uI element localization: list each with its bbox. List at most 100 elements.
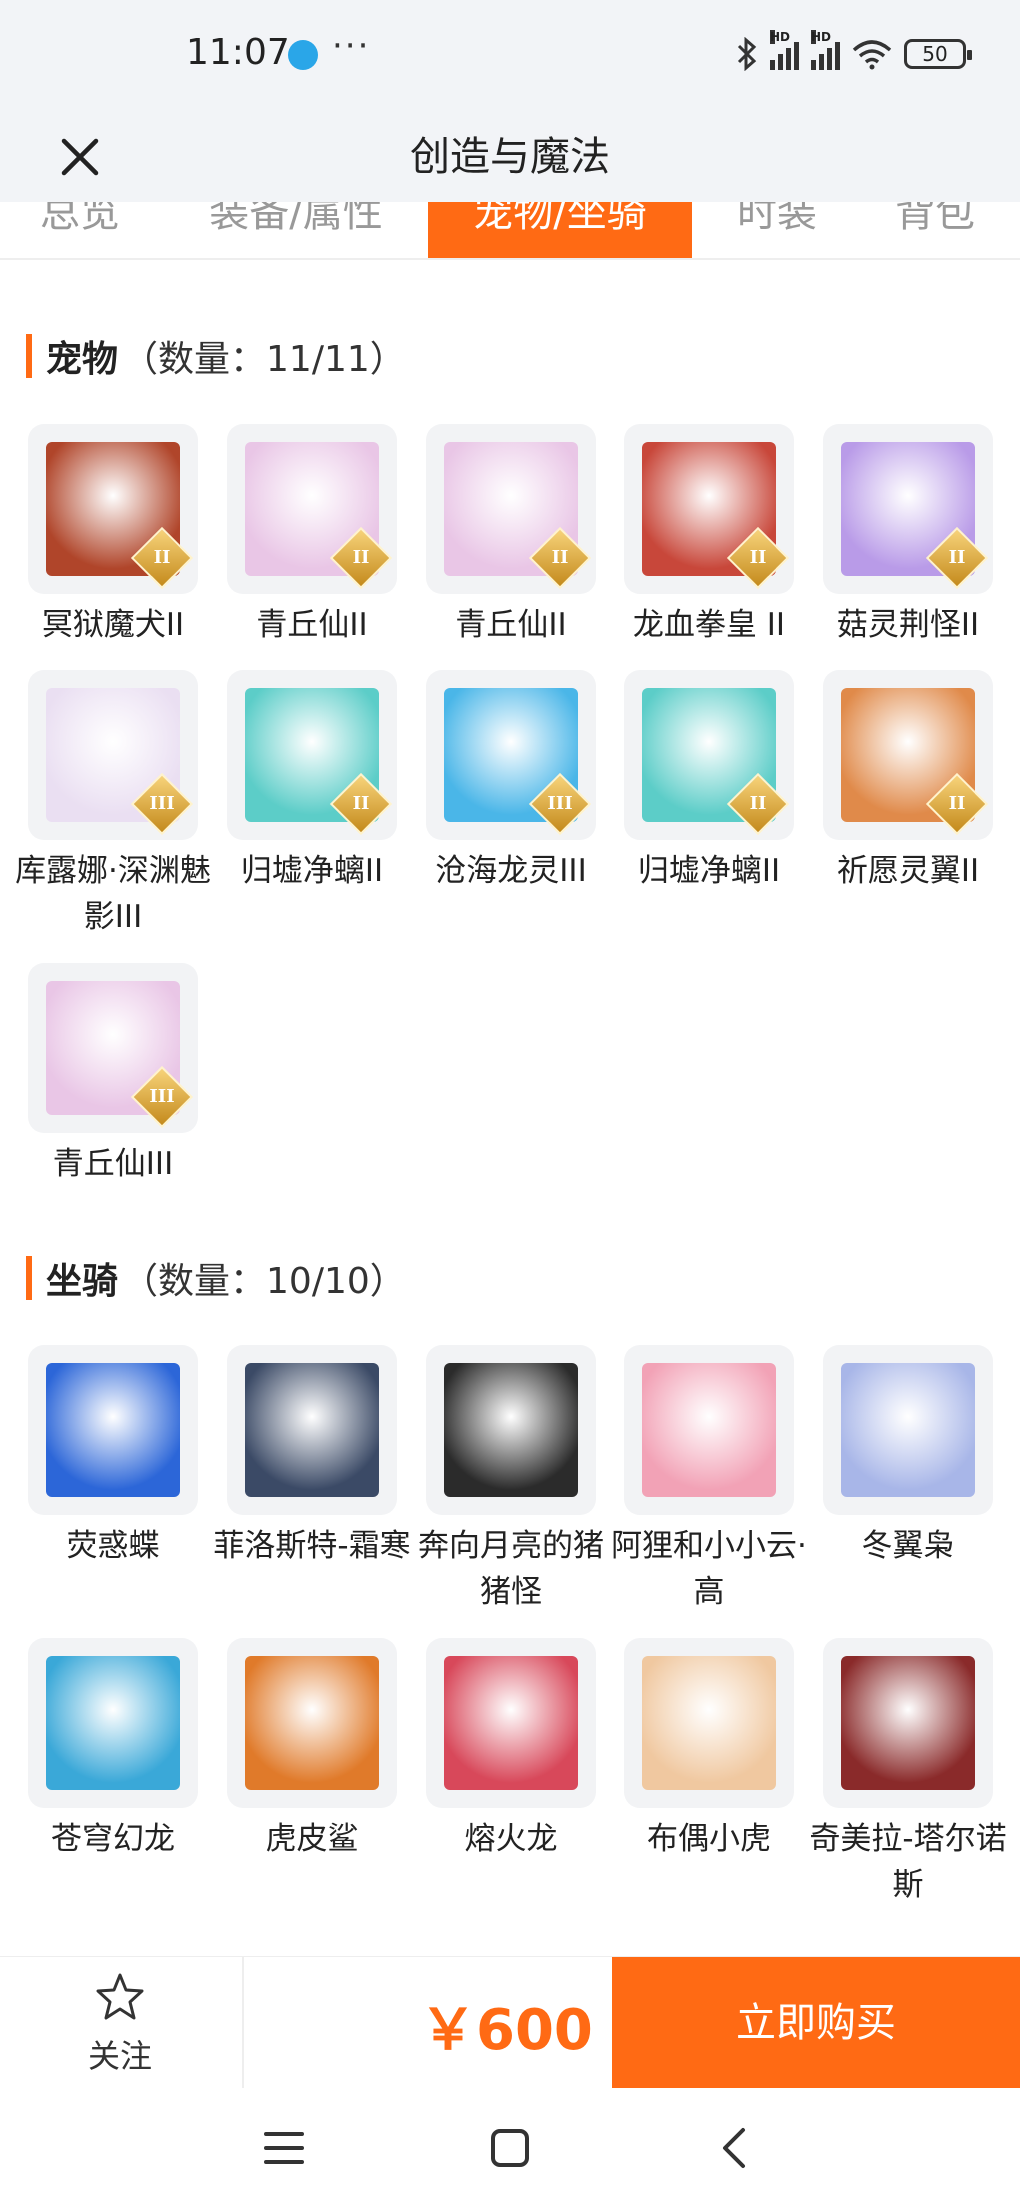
pet-thumbnail[interactable]: II [823,424,993,594]
pet-name: 龙血拳皇 II [632,607,786,643]
mount-item[interactable]: 虎皮鲨 [227,1638,397,1862]
rank-label: II [551,547,569,568]
tab-overview[interactable]: 总览 [20,202,140,258]
follow-button[interactable]: 关注 [60,1971,180,2075]
pet-thumbnail[interactable]: II [227,424,397,594]
rank-label: II [749,793,767,814]
mount-image [444,1656,578,1790]
pet-item[interactable]: II 菇灵荆怪II [823,424,993,648]
mount-thumbnail[interactable] [624,1638,794,1808]
bluetooth-icon [737,37,757,71]
mount-name: 冬翼枭 [861,1528,955,1564]
pet-thumbnail[interactable]: II [624,670,794,840]
pet-item[interactable]: II 归墟净螭II [227,670,397,894]
mount-item[interactable]: 荧惑蝶 [28,1345,198,1569]
mount-name: 阿狸和小小云·高 [611,1528,807,1610]
mount-name: 布偶小虎 [647,1821,771,1857]
tab-bag[interactable]: 背包 [880,202,990,258]
mount-name: 虎皮鲨 [265,1821,359,1857]
tab-fashion[interactable]: 时装 [722,202,832,258]
mount-item[interactable]: 阿狸和小小云·高 [611,1345,807,1615]
pet-thumbnail[interactable]: II [28,424,198,594]
page-title: 创造与魔法 [410,134,610,180]
mount-image [46,1363,180,1497]
pet-thumbnail[interactable]: III [426,670,596,840]
section-count: （数量：11/11） [122,339,406,380]
mount-thumbnail[interactable] [624,1345,794,1515]
mount-image [245,1363,379,1497]
home-button[interactable] [480,2118,540,2178]
tab-equipment[interactable]: 装备/属性 [196,202,396,258]
pet-name: 沧海龙灵III [435,853,587,889]
pet-thumbnail[interactable]: III [28,963,198,1133]
mount-thumbnail[interactable] [823,1638,993,1808]
mounts-section-title: 坐骑 （数量：10/10） [26,1254,406,1302]
tab-pets-mounts[interactable]: 宠物/坐骑 [428,202,692,258]
signal-icon-2: HD [811,30,840,70]
pet-thumbnail[interactable]: II [426,424,596,594]
mount-item[interactable]: 冬翼枭 [823,1345,993,1569]
pet-item[interactable]: II 冥狱魔犬II [28,424,198,648]
pet-item[interactable]: II 祈愿灵翼II [823,670,993,894]
section-accent-bar [26,1256,32,1300]
buy-now-button[interactable]: 立即购买 [612,1957,1020,2089]
back-button[interactable] [704,2118,764,2178]
header: 创造与魔法 [0,112,1020,202]
mount-item[interactable]: 布偶小虎 [624,1638,794,1862]
menu-button[interactable] [254,2118,314,2178]
rank-label: II [153,547,171,568]
pet-item[interactable]: II 青丘仙II [227,424,397,648]
mount-item[interactable]: 奇美拉-塔尔诺斯 [809,1638,1007,1908]
mount-thumbnail[interactable] [227,1345,397,1515]
follow-label: 关注 [87,2037,152,2075]
mount-image [642,1363,776,1497]
rank-label: III [149,793,175,814]
mount-thumbnail[interactable] [823,1345,993,1515]
rank-label: III [149,1086,175,1107]
mount-thumbnail[interactable] [28,1345,198,1515]
mount-thumbnail[interactable] [426,1638,596,1808]
pet-thumbnail[interactable]: II [227,670,397,840]
mount-thumbnail[interactable] [426,1345,596,1515]
mount-item[interactable]: 苍穹幻龙 [28,1638,198,1862]
mount-item[interactable]: 奔向月亮的猪猪怪 [418,1345,604,1615]
mount-name: 奇美拉-塔尔诺斯 [809,1821,1007,1903]
pet-name: 青丘仙III [52,1146,174,1182]
pet-item[interactable]: II 龙血拳皇 II [624,424,794,648]
section-name: 坐骑 [46,1261,119,1302]
pet-item[interactable]: III 青丘仙III [28,963,198,1187]
section-name: 宠物 [46,339,119,380]
mount-image [444,1363,578,1497]
mount-name: 荧惑蝶 [66,1528,160,1564]
pet-thumbnail[interactable]: II [823,670,993,840]
hd-label-2: HD [811,30,832,44]
app-notification-icon [288,40,318,70]
pet-item[interactable]: III 沧海龙灵III [426,670,596,894]
back-icon [723,2128,745,2168]
mount-name: 苍穹幻龙 [51,1821,175,1857]
action-bar: 关注 ￥600 立即购买 [0,1956,1020,2089]
mount-thumbnail[interactable] [28,1638,198,1808]
star-icon [96,1973,144,2020]
pet-name: 库露娜·深渊魅影III [15,853,211,935]
mount-item[interactable]: 熔火龙 [426,1638,596,1862]
pet-thumbnail[interactable]: II [624,424,794,594]
pet-item[interactable]: II 青丘仙II [426,424,596,648]
rank-label: III [547,793,573,814]
pet-thumbnail[interactable]: III [28,670,198,840]
mount-item[interactable]: 菲洛斯特-霜寒 [213,1345,411,1569]
wifi-icon [852,40,892,70]
mount-thumbnail[interactable] [227,1638,397,1808]
pet-item[interactable]: III 库露娜·深渊魅影III [15,670,211,940]
pet-name: 归墟净螭II [240,853,384,889]
status-time: 11:07 [186,32,290,73]
divider [242,1957,244,2089]
battery-icon: 50 [904,39,972,69]
pet-item[interactable]: II 归墟净螭II [624,670,794,894]
rank-label: II [948,547,966,568]
system-nav-bar [0,2088,1020,2210]
menu-icon [264,2132,304,2164]
mount-image [46,1656,180,1790]
rank-label: II [352,547,370,568]
pet-name: 菇灵荆怪II [836,607,980,643]
